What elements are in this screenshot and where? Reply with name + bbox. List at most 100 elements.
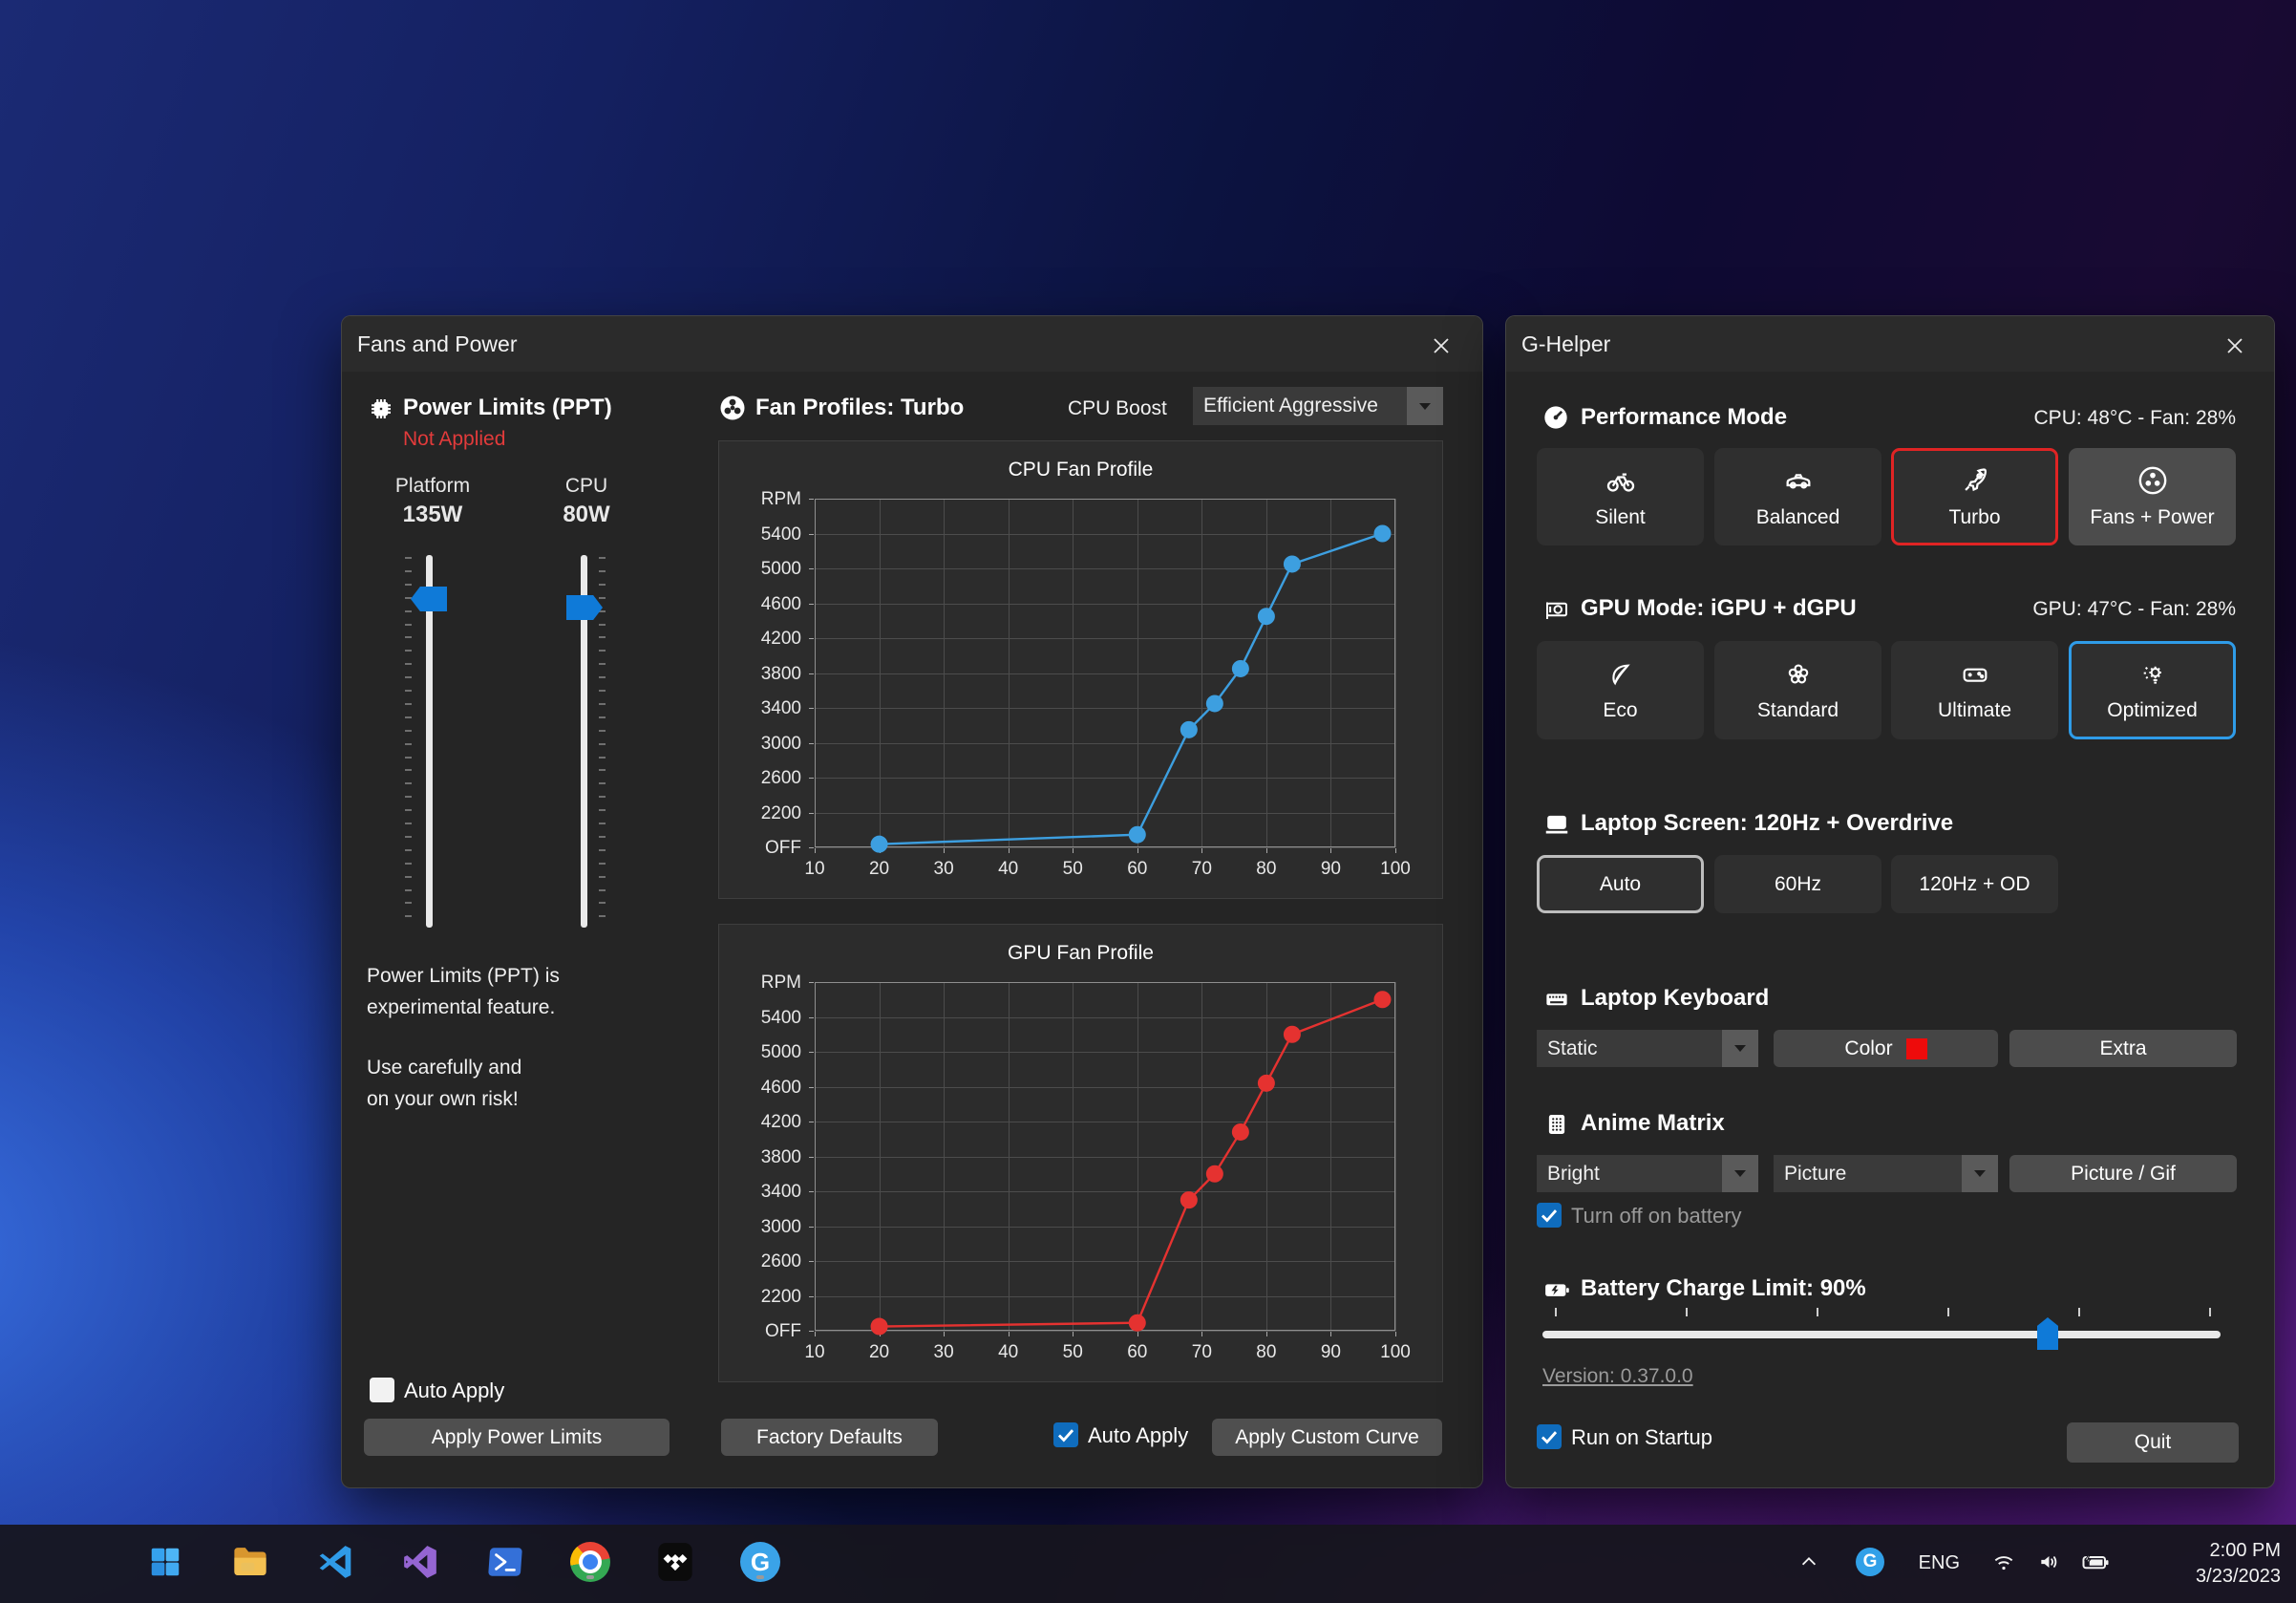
mode-fans-power-button[interactable]: Fans + Power [2069, 448, 2236, 545]
curve-point[interactable] [1232, 660, 1249, 677]
curve-point[interactable] [1258, 608, 1275, 625]
visual-studio-icon [401, 1543, 439, 1581]
clock[interactable]: 2:00 PM 3/23/2023 [2196, 1538, 2281, 1590]
mode-balanced-button[interactable]: Balanced [1714, 448, 1881, 545]
screen-option-label: 60Hz [1775, 873, 1821, 896]
screen-60hz-button[interactable]: 60Hz [1714, 855, 1881, 913]
curve-point[interactable] [1206, 1165, 1223, 1183]
keyboard-color-button[interactable]: Color [1774, 1030, 1998, 1067]
tray-g-helper[interactable]: G [1853, 1540, 1887, 1584]
powershell-button[interactable] [483, 1540, 527, 1584]
tidal-button[interactable] [653, 1540, 697, 1584]
mode-label: Ultimate [1938, 699, 2011, 722]
mode-label: Silent [1595, 506, 1646, 529]
fans-window-titlebar[interactable]: Fans and Power [342, 316, 1482, 372]
quit-button[interactable]: Quit [2067, 1422, 2239, 1463]
y-tick-label: 2600 [746, 1251, 801, 1272]
screen-auto-button[interactable]: Auto [1537, 855, 1704, 913]
run-on-startup-checkbox[interactable] [1537, 1424, 1562, 1449]
x-tick-label: 10 [796, 1342, 834, 1363]
turn-off-on-battery-checkbox[interactable] [1537, 1203, 1562, 1228]
chevron-down-icon[interactable] [1722, 1030, 1758, 1067]
start-button[interactable] [143, 1540, 187, 1584]
curve-point[interactable] [1284, 555, 1301, 572]
mode-label: Turbo [1948, 506, 2000, 529]
desktop-wallpaper: Fans and Power Power Limits (PPT) Not Ap… [0, 0, 2296, 1603]
curve-point[interactable] [1373, 991, 1391, 1008]
keyboard-mode-select[interactable]: Static [1537, 1030, 1758, 1067]
anime-matrix-title: Anime Matrix [1581, 1110, 1725, 1137]
visual-studio-button[interactable] [398, 1540, 442, 1584]
vscode-button[interactable] [313, 1540, 357, 1584]
mode-turbo-button[interactable]: Turbo [1891, 448, 2058, 545]
folder-icon [230, 1542, 270, 1582]
chevron-down-icon[interactable] [1722, 1155, 1758, 1192]
close-icon[interactable] [1427, 331, 1456, 360]
battery-slider[interactable] [1542, 1331, 2221, 1338]
screen-120hz-od-button[interactable]: 120Hz + OD [1891, 855, 2058, 913]
gpu-ultimate-button[interactable]: Ultimate [1891, 641, 2058, 739]
anime-brightness-select[interactable]: Bright [1537, 1155, 1758, 1192]
platform-slider-handle[interactable] [411, 587, 447, 611]
curve-point[interactable] [1129, 826, 1146, 844]
tray-chevron-up[interactable] [1792, 1540, 1826, 1584]
gpu-fan-chart-panel[interactable]: GPU Fan Profile 102030405060708090100RPM… [718, 924, 1443, 1382]
gpu-eco-button[interactable]: Eco [1537, 641, 1704, 739]
experimental-note-2: Use carefully and on your own risk! [367, 1052, 521, 1115]
mode-silent-button[interactable]: Silent [1537, 448, 1704, 545]
x-tick-label: 90 [1311, 1342, 1350, 1363]
curve-point[interactable] [1180, 1191, 1198, 1208]
gpu-optimized-button[interactable]: Optimized [2069, 641, 2236, 739]
tray-volume[interactable] [2032, 1540, 2067, 1584]
curve-point[interactable] [1129, 1314, 1146, 1332]
tray-wifi[interactable] [1987, 1540, 2021, 1584]
cpu-slider-handle[interactable] [566, 595, 603, 620]
laptop-icon [1542, 810, 1571, 839]
apply-custom-curve-button[interactable]: Apply Custom Curve [1212, 1419, 1442, 1456]
factory-defaults-button[interactable]: Factory Defaults [721, 1419, 938, 1456]
power-auto-apply-checkbox[interactable] [370, 1378, 394, 1402]
y-tick-label: 4200 [746, 1112, 801, 1133]
apply-power-limits-button[interactable]: Apply Power Limits [364, 1419, 670, 1456]
rocket-icon [1959, 464, 1991, 497]
g-badge-icon: G [1856, 1548, 1884, 1576]
curve-point[interactable] [1258, 1075, 1275, 1092]
chevron-up-icon [1798, 1551, 1819, 1572]
curve-auto-apply-checkbox[interactable] [1053, 1422, 1078, 1447]
chrome-button[interactable] [568, 1540, 612, 1584]
file-explorer-button[interactable] [228, 1540, 272, 1584]
fan-curve[interactable] [805, 972, 1405, 1340]
curve-point[interactable] [1180, 721, 1198, 738]
anime-content-select[interactable]: Picture [1774, 1155, 1998, 1192]
g-helper-button[interactable]: G [738, 1540, 782, 1584]
y-tick-label: 3400 [746, 1182, 801, 1203]
version-link[interactable]: Version: 0.37.0.0 [1542, 1365, 1693, 1388]
chevron-down-icon[interactable] [1962, 1155, 1998, 1192]
cpu-boost-select[interactable]: Efficient Aggressive [1193, 387, 1443, 425]
language-indicator[interactable]: ENG [1919, 1552, 1960, 1574]
close-icon[interactable] [2221, 331, 2249, 360]
curve-point[interactable] [1232, 1123, 1249, 1141]
x-tick-label: 100 [1376, 859, 1414, 880]
fans-window-title: Fans and Power [357, 331, 517, 357]
keyboard-extra-button[interactable]: Extra [2009, 1030, 2237, 1067]
powershell-icon [486, 1543, 524, 1581]
anime-picture-gif-button[interactable]: Picture / Gif [2009, 1155, 2237, 1192]
curve-point[interactable] [1373, 525, 1391, 543]
y-tick-label: 3000 [746, 1217, 801, 1238]
gpu-card-icon [1542, 595, 1571, 624]
fan-curve[interactable] [805, 489, 1405, 857]
gpu-standard-button[interactable]: Standard [1714, 641, 1881, 739]
x-tick-label: 40 [989, 1342, 1028, 1363]
chevron-down-icon[interactable] [1407, 387, 1443, 425]
curve-point[interactable] [871, 836, 888, 853]
x-tick-label: 20 [861, 1342, 899, 1363]
cpu-fan-chart-panel[interactable]: CPU Fan Profile 102030405060708090100RPM… [718, 440, 1443, 899]
curve-point[interactable] [1284, 1026, 1301, 1043]
curve-point[interactable] [1206, 695, 1223, 712]
ghelper-titlebar[interactable]: G-Helper [1506, 316, 2274, 372]
tray-battery[interactable] [2076, 1540, 2115, 1584]
battery-slider-handle[interactable] [2037, 1317, 2058, 1350]
speedometer-icon [1542, 404, 1569, 431]
curve-point[interactable] [871, 1318, 888, 1336]
